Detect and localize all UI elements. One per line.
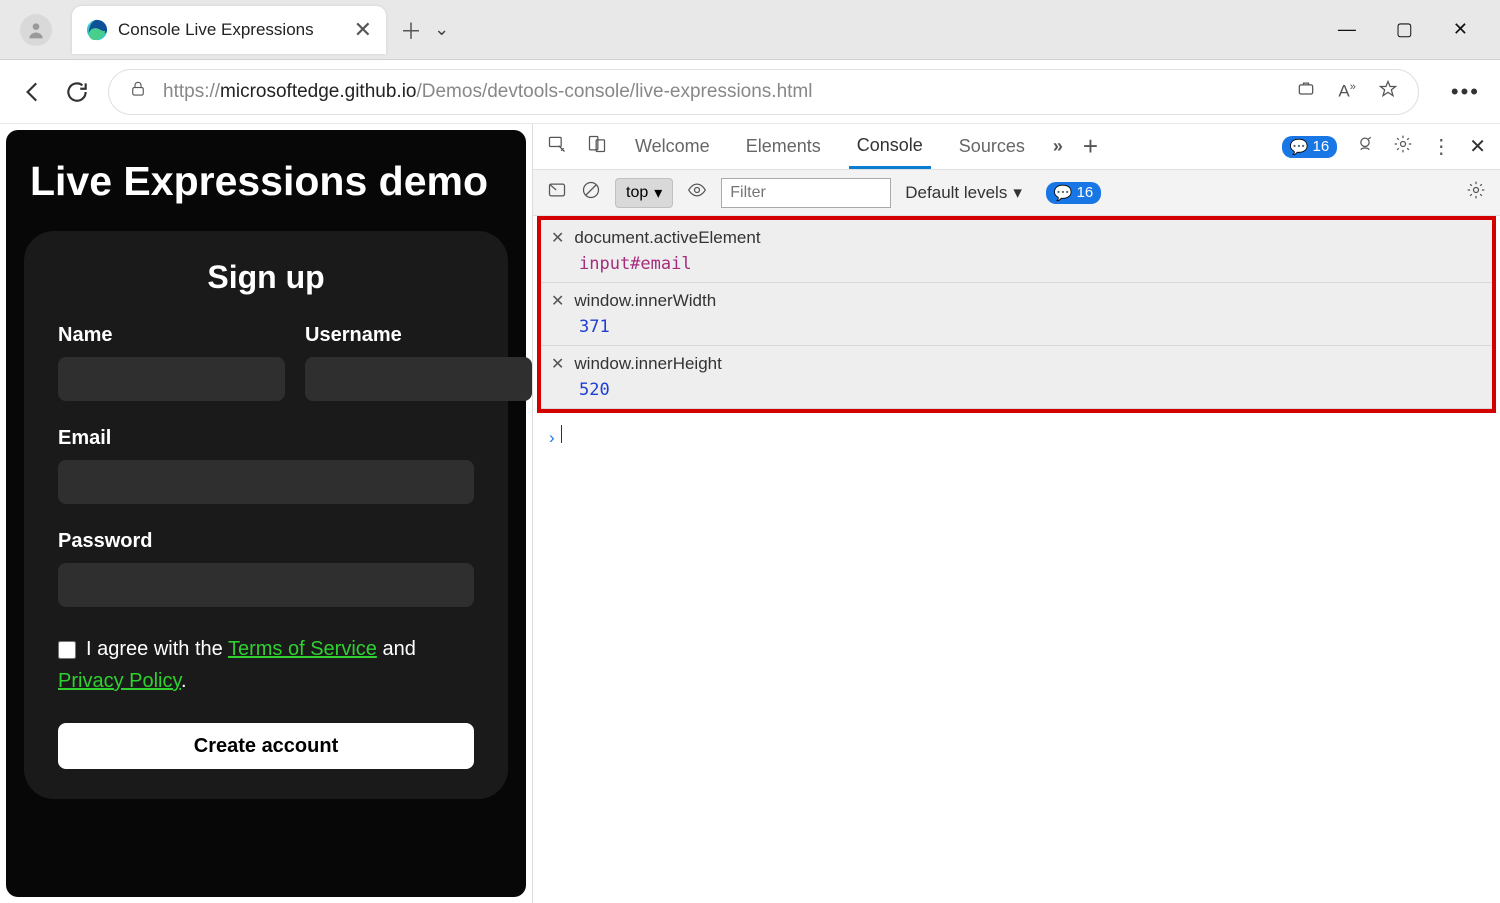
clear-console-icon[interactable]: [581, 180, 601, 205]
menu-button[interactable]: •••: [1451, 79, 1480, 105]
tab-welcome[interactable]: Welcome: [627, 126, 718, 167]
page-title: Live Expressions demo: [30, 158, 508, 205]
inspect-icon[interactable]: [547, 134, 567, 159]
devtools-close-button[interactable]: ✕: [1469, 134, 1486, 159]
prompt-chevron-icon: ›: [549, 428, 555, 447]
read-aloud-icon[interactable]: A»: [1338, 81, 1355, 102]
devtools-menu-button[interactable]: ⋮: [1431, 134, 1451, 159]
live-expression-text[interactable]: window.innerWidth: [574, 291, 716, 311]
create-account-button[interactable]: Create account: [58, 723, 474, 769]
email-label: Email: [58, 427, 474, 450]
minimize-button[interactable]: ―: [1338, 19, 1356, 40]
tab-sources[interactable]: Sources: [951, 126, 1033, 167]
url-text: https://microsoftedge.github.io/Demos/de…: [163, 81, 812, 103]
lock-icon: [129, 80, 147, 103]
console-settings-icon[interactable]: [1466, 180, 1486, 205]
tab-console[interactable]: Console: [849, 125, 931, 169]
name-label: Name: [58, 324, 285, 347]
issues-badge[interactable]: 💬 16: [1282, 136, 1337, 158]
live-expression-text[interactable]: window.innerHeight: [574, 354, 721, 374]
device-toggle-icon[interactable]: [587, 134, 607, 159]
live-expressions-highlight: ✕ document.activeElement input#email ✕ win…: [537, 216, 1496, 413]
live-expression-icon[interactable]: [687, 180, 707, 205]
edge-icon: [86, 19, 108, 41]
remove-expression-button[interactable]: ✕: [551, 354, 564, 374]
feedback-icon[interactable]: [1355, 134, 1375, 159]
maximize-button[interactable]: ▢: [1396, 19, 1413, 40]
devtools-tabs: Welcome Elements Console Sources » + 💬 1…: [533, 124, 1500, 170]
live-expression-text[interactable]: document.activeElement: [574, 228, 760, 248]
add-tab-button[interactable]: +: [1083, 131, 1098, 162]
username-label: Username: [305, 324, 532, 347]
more-tabs-button[interactable]: »: [1053, 136, 1063, 157]
refresh-button[interactable]: [64, 79, 90, 105]
devtools-panel: Welcome Elements Console Sources » + 💬 1…: [532, 124, 1500, 903]
password-label: Password: [58, 530, 474, 553]
live-expression-value: 520: [551, 374, 1482, 400]
signup-form: Sign up Name Username Email Pa: [24, 231, 508, 799]
console-prompt[interactable]: ›: [533, 413, 1500, 460]
tab-title: Console Live Expressions: [118, 20, 314, 40]
browser-tab[interactable]: Console Live Expressions ✕: [72, 6, 386, 54]
email-input[interactable]: [58, 460, 474, 504]
titlebar: Console Live Expressions ✕ ＋ ⌄ ― ▢ ✕: [0, 0, 1500, 60]
username-input[interactable]: [305, 357, 532, 401]
settings-icon[interactable]: [1393, 134, 1413, 159]
agree-checkbox[interactable]: [58, 641, 76, 659]
live-expression-row: ✕ window.innerWidth 371: [541, 283, 1492, 346]
live-expression-value: input#email: [551, 248, 1482, 274]
toolbar-issues-badge[interactable]: 💬 16: [1046, 182, 1101, 204]
live-expression-row: ✕ window.innerHeight 520: [541, 346, 1492, 409]
remove-expression-button[interactable]: ✕: [551, 228, 564, 248]
live-expression-row: ✕ document.activeElement input#email: [541, 220, 1492, 283]
filter-input[interactable]: [721, 178, 891, 208]
favorite-icon[interactable]: [1378, 79, 1398, 104]
tos-link[interactable]: Terms of Service: [228, 638, 377, 660]
profile-button[interactable]: [20, 14, 52, 46]
sidebar-toggle-icon[interactable]: [547, 180, 567, 205]
console-toolbar: top ▾ Default levels ▾ 💬 16: [533, 170, 1500, 216]
password-input[interactable]: [58, 563, 474, 607]
agree-text: I agree with the Terms of Service and Pr…: [58, 633, 474, 697]
form-title: Sign up: [58, 259, 474, 296]
tab-elements[interactable]: Elements: [738, 126, 829, 167]
new-tab-button[interactable]: ＋: [400, 14, 422, 46]
back-button[interactable]: [20, 79, 46, 105]
live-expression-value: 371: [551, 311, 1482, 337]
tab-actions-button[interactable]: ⌄: [434, 19, 449, 40]
url-bar[interactable]: https://microsoftedge.github.io/Demos/de…: [108, 69, 1419, 115]
close-window-button[interactable]: ✕: [1453, 19, 1468, 40]
remove-expression-button[interactable]: ✕: [551, 291, 564, 311]
tab-close-button[interactable]: ✕: [354, 19, 372, 41]
log-levels-selector[interactable]: Default levels ▾: [905, 183, 1022, 203]
privacy-link[interactable]: Privacy Policy: [58, 670, 181, 692]
context-selector[interactable]: top ▾: [615, 178, 673, 208]
page-content: Live Expressions demo Sign up Name Usern…: [6, 130, 526, 897]
name-input[interactable]: [58, 357, 285, 401]
address-bar: https://microsoftedge.github.io/Demos/de…: [0, 60, 1500, 124]
app-icon[interactable]: [1296, 79, 1316, 104]
